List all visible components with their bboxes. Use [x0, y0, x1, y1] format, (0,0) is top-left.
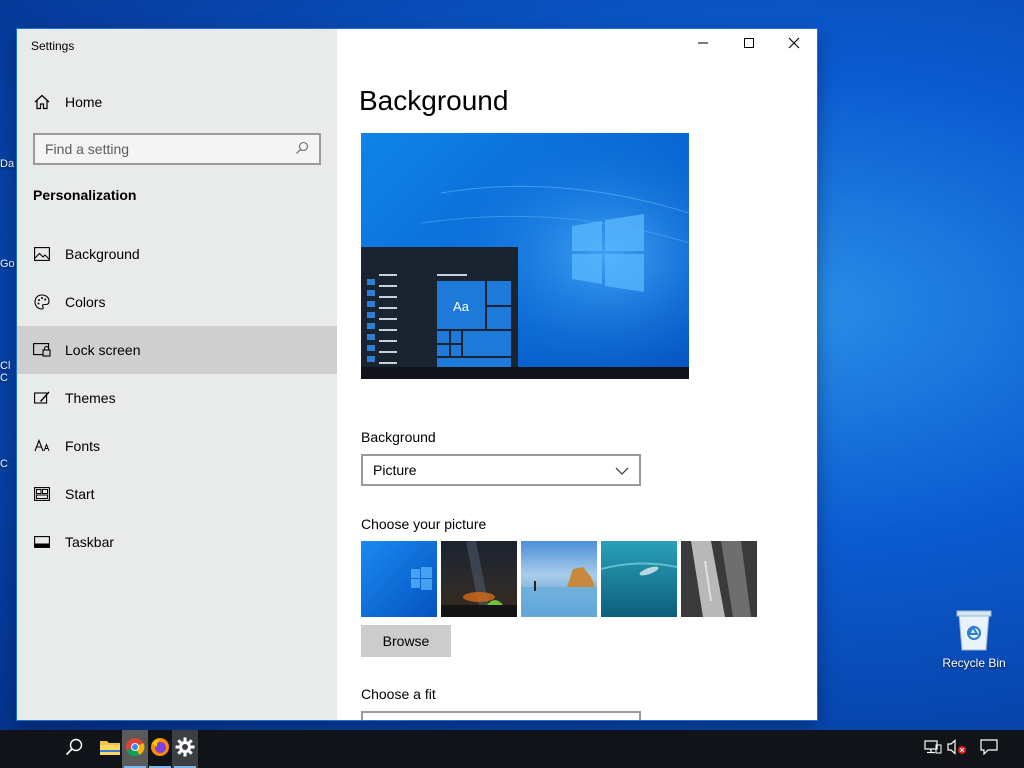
sidebar: Settings Home Personalization Background	[17, 29, 337, 720]
taskbar-icon	[33, 533, 51, 551]
sidebar-item-label: Lock screen	[65, 342, 141, 358]
search-icon[interactable]	[295, 141, 311, 157]
taskbar-firefox[interactable]	[147, 730, 173, 768]
picture-thumbnail[interactable]	[441, 540, 517, 618]
action-center-icon	[980, 738, 998, 760]
lock-screen-icon	[33, 341, 51, 359]
picture-icon	[33, 245, 51, 263]
background-preview: Aa	[361, 133, 689, 379]
preview-sample-text: Aa	[453, 299, 470, 314]
home-nav[interactable]: Home	[17, 86, 337, 118]
settings-window: Settings Home Personalization Background	[17, 29, 817, 720]
sidebar-item-background[interactable]: Background	[17, 230, 337, 278]
home-icon	[34, 94, 50, 110]
browse-button[interactable]: Browse	[361, 625, 451, 657]
recycle-bin-icon	[955, 608, 993, 652]
desktop-icon-label[interactable]: C	[0, 458, 18, 470]
background-type-dropdown[interactable]: Picture	[361, 454, 641, 486]
taskbar-search-button[interactable]	[61, 730, 87, 768]
picture-thumbnail[interactable]	[521, 541, 597, 617]
sidebar-item-lock-screen[interactable]: Lock screen	[17, 326, 337, 374]
picture-thumbnail[interactable]	[681, 541, 757, 617]
search-box[interactable]	[33, 133, 321, 165]
sidebar-item-label: Background	[65, 246, 140, 262]
picture-thumbnail[interactable]	[600, 541, 678, 617]
choose-fit-label: Choose a fit	[361, 686, 436, 702]
taskbar-chrome[interactable]	[122, 730, 148, 768]
preview-image: Aa	[361, 133, 689, 379]
network-icon	[924, 739, 942, 760]
chevron-down-icon	[615, 462, 629, 478]
desktop-icon-label[interactable]: Cl	[0, 360, 18, 372]
recycle-bin-label: Recycle Bin	[942, 656, 1006, 670]
palette-icon	[33, 293, 51, 311]
chrome-icon	[125, 737, 145, 762]
page-title: Background	[359, 85, 509, 116]
sidebar-item-label: Start	[65, 486, 95, 502]
choose-picture-label: Choose your picture	[361, 516, 487, 532]
sidebar-item-start[interactable]: Start	[17, 470, 337, 518]
sidebar-item-taskbar[interactable]: Taskbar	[17, 518, 337, 566]
desktop-icon-label[interactable]: C	[0, 372, 18, 384]
search-input[interactable]	[35, 141, 295, 157]
background-label: Background	[361, 429, 436, 445]
dropdown-value: Picture	[373, 462, 417, 478]
search-icon	[65, 738, 83, 761]
sidebar-item-label: Taskbar	[65, 534, 115, 550]
font-icon	[33, 437, 51, 455]
firefox-icon	[150, 737, 170, 762]
tray-network[interactable]	[920, 730, 946, 768]
picture-thumbnails	[361, 540, 757, 618]
main-content: Background Aa Background Picture Choose …	[337, 29, 817, 720]
section-title: Personalization	[33, 187, 137, 203]
tray-volume[interactable]	[944, 730, 970, 768]
desktop-icon-label[interactable]: Go	[0, 258, 18, 270]
personalization-nav: Background Colors Lock screen Themes Fon…	[17, 230, 337, 566]
file-explorer-icon	[99, 738, 121, 761]
home-label: Home	[65, 94, 103, 110]
sidebar-item-label: Colors	[65, 294, 106, 310]
fit-dropdown[interactable]	[361, 711, 641, 720]
recycle-bin[interactable]: Recycle Bin	[938, 608, 1010, 670]
app-title: Settings	[31, 39, 75, 53]
brush-icon	[33, 389, 51, 407]
start-icon	[33, 485, 51, 503]
picture-thumbnail[interactable]	[361, 541, 437, 617]
taskbar-file-explorer[interactable]	[97, 730, 123, 768]
volume-muted-icon	[947, 738, 967, 760]
taskbar-settings[interactable]	[172, 730, 198, 768]
sidebar-item-label: Fonts	[65, 438, 101, 454]
sidebar-item-themes[interactable]: Themes	[17, 374, 337, 422]
desktop-icon-label[interactable]: Da	[0, 158, 18, 170]
sidebar-item-colors[interactable]: Colors	[17, 278, 337, 326]
tray-action-center[interactable]	[976, 730, 1002, 768]
sidebar-item-fonts[interactable]: Fonts	[17, 422, 337, 470]
settings-icon	[175, 737, 195, 762]
sidebar-item-label: Themes	[65, 390, 116, 406]
